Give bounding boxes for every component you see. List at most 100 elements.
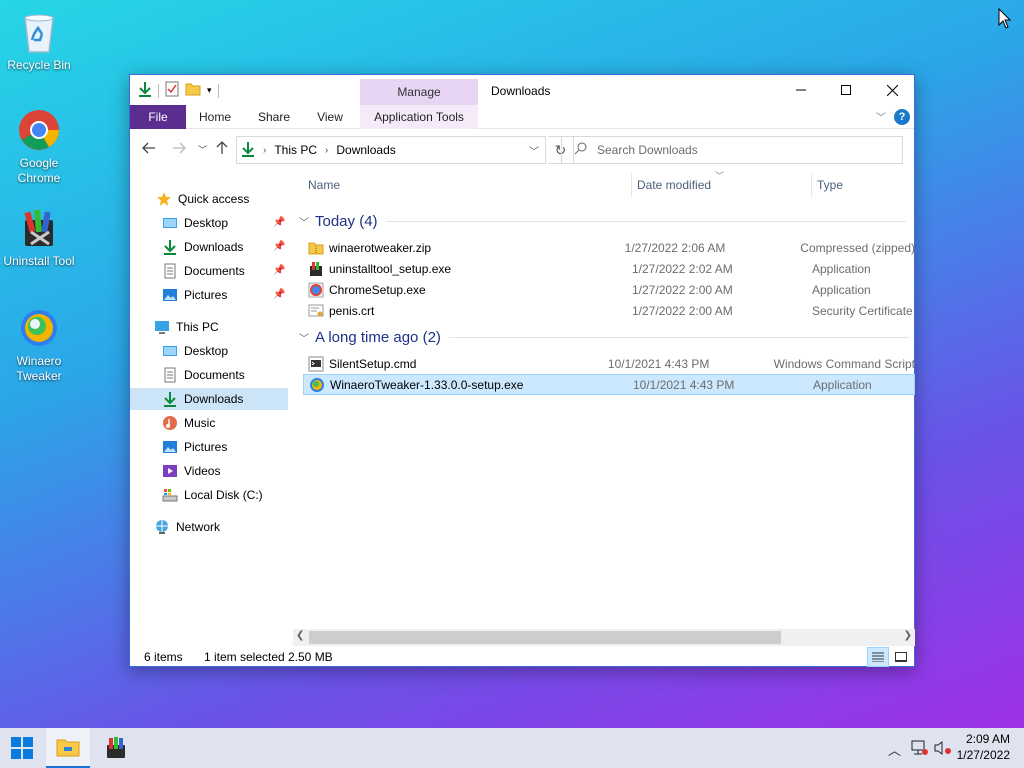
- details-view-button[interactable]: [867, 647, 889, 667]
- collapse-chevron-icon[interactable]: ﹀: [299, 330, 309, 345]
- nav-quick-downloads[interactable]: Downloads 📌: [130, 236, 288, 258]
- file-row[interactable]: uninstalltool_setup.exe 1/27/2022 2:02 A…: [303, 258, 915, 279]
- recent-locations-button[interactable]: ﹀: [198, 143, 207, 156]
- customize-qat-icon[interactable]: ▾: [207, 85, 212, 96]
- nav-pc-music[interactable]: Music: [130, 412, 288, 434]
- navigation-pane: Quick access Desktop 📌 Downloads 📌 Docum…: [130, 179, 288, 639]
- nav-quick-access[interactable]: Quick access: [130, 188, 288, 210]
- nav-item-label: Music: [184, 416, 216, 430]
- window-title: Downloads: [491, 84, 551, 98]
- tab-home[interactable]: Home: [192, 105, 238, 129]
- uninstall-tool-icon: [107, 737, 125, 758]
- search-box[interactable]: Search Downloads: [561, 136, 903, 164]
- column-divider[interactable]: [811, 173, 812, 197]
- pin-icon[interactable]: 📌: [273, 265, 285, 276]
- group-divider: [385, 221, 906, 222]
- download-arrow-icon[interactable]: [138, 81, 152, 100]
- nav-item-label: Pictures: [184, 288, 228, 302]
- desktop-icon-uninstall-tool[interactable]: Uninstall Tool: [0, 206, 78, 269]
- file-list: Name Date modified ﹀ Type ﹀ Today (4) wi…: [293, 169, 915, 629]
- collapse-chevron-icon[interactable]: ﹀: [299, 214, 309, 229]
- taskbar-file-explorer[interactable]: [46, 728, 90, 768]
- network-status-icon[interactable]: [910, 740, 928, 759]
- group-long-time-ago[interactable]: ﹀ A long time ago (2): [299, 329, 909, 346]
- back-button[interactable]: [142, 141, 156, 157]
- nav-quick-documents[interactable]: Documents 📌: [130, 260, 288, 282]
- column-header-type[interactable]: Type: [817, 178, 843, 192]
- column-divider[interactable]: [631, 173, 632, 197]
- show-hidden-icons-button[interactable]: ︿: [888, 740, 901, 759]
- taskbar-uninstall-tool[interactable]: [94, 728, 138, 768]
- pin-icon[interactable]: 📌: [273, 289, 285, 300]
- file-row[interactable]: SilentSetup.cmd 10/1/2021 4:43 PM Window…: [303, 353, 915, 374]
- help-icon[interactable]: ?: [894, 109, 910, 125]
- breadcrumb-chevron-icon[interactable]: ›: [263, 145, 266, 156]
- up-button[interactable]: [216, 141, 228, 158]
- breadcrumb-downloads[interactable]: Downloads: [336, 143, 395, 157]
- cmd-script-icon: [308, 356, 324, 372]
- scrollbar-thumb[interactable]: [309, 631, 781, 644]
- new-folder-icon[interactable]: [185, 82, 201, 99]
- explorer-window[interactable]: ▾ Manage Downloads File Home Share View …: [129, 74, 915, 667]
- file-row[interactable]: penis.crt 1/27/2022 2:00 AM Security Cer…: [303, 300, 915, 321]
- nav-quick-pictures[interactable]: Pictures 📌: [130, 284, 288, 306]
- maximize-button[interactable]: [823, 75, 869, 105]
- up-arrow-icon: [216, 141, 228, 154]
- nav-item-label: Downloads: [184, 240, 244, 254]
- title-bar[interactable]: ▾ Manage Downloads: [130, 75, 915, 106]
- address-bar[interactable]: › This PC › Downloads ﹀: [236, 136, 546, 164]
- desktop-icon-winaero-tweaker[interactable]: Winaero Tweaker: [0, 306, 78, 384]
- system-clock[interactable]: 2:09 AM 1/27/2022: [957, 731, 1010, 763]
- file-row-selected[interactable]: WinaeroTweaker-1.33.0.0-setup.exe 10/1/2…: [303, 374, 915, 395]
- tab-application-tools[interactable]: Application Tools: [360, 105, 478, 129]
- local-disk-icon: [162, 487, 178, 503]
- large-icons-view-button[interactable]: [890, 647, 912, 667]
- breadcrumb-this-pc[interactable]: This PC: [274, 143, 317, 157]
- taskbar: ︿ 2:09 AM 1/27/2022: [0, 728, 1024, 768]
- column-header-name[interactable]: Name: [308, 178, 340, 192]
- desktop-icon-recycle-bin[interactable]: Recycle Bin: [0, 10, 78, 73]
- nav-item-label: Network: [176, 520, 221, 534]
- expand-ribbon-icon[interactable]: ﹀: [876, 109, 886, 124]
- group-today[interactable]: ﹀ Today (4): [299, 213, 906, 230]
- minimize-button[interactable]: [778, 75, 824, 105]
- nav-pc-pictures[interactable]: Pictures: [130, 436, 288, 458]
- tab-share[interactable]: Share: [250, 105, 298, 129]
- nav-network[interactable]: Network: [130, 516, 288, 538]
- tab-view[interactable]: View: [308, 105, 352, 129]
- breadcrumb-chevron-icon[interactable]: ›: [325, 145, 328, 156]
- recycle-bin-icon: [17, 10, 61, 54]
- tab-file[interactable]: File: [130, 105, 186, 129]
- nav-item-label: Desktop: [184, 344, 229, 358]
- pin-icon[interactable]: 📌: [273, 241, 285, 252]
- nav-quick-desktop[interactable]: Desktop 📌: [130, 212, 288, 234]
- file-name: WinaeroTweaker-1.33.0.0-setup.exe: [330, 377, 524, 392]
- nav-pc-local-disk[interactable]: Local Disk (C:): [130, 484, 288, 506]
- nav-pc-desktop[interactable]: Desktop: [130, 340, 288, 362]
- nav-item-label: Documents: [184, 368, 245, 382]
- forward-button[interactable]: [172, 141, 186, 157]
- scroll-right-icon[interactable]: ❯: [904, 630, 912, 641]
- file-type: Windows Command Script: [773, 356, 915, 371]
- file-row[interactable]: winaerotweaker.zip 1/27/2022 2:06 AM Com…: [303, 237, 915, 258]
- nav-item-label: Downloads: [184, 392, 244, 406]
- properties-icon[interactable]: [165, 81, 179, 100]
- nav-this-pc[interactable]: This PC: [130, 316, 288, 338]
- this-pc-icon: [154, 319, 170, 335]
- manage-context-tab[interactable]: Manage: [360, 79, 478, 106]
- volume-muted-icon[interactable]: [934, 740, 952, 759]
- close-button[interactable]: [869, 75, 915, 105]
- nav-pc-downloads[interactable]: Downloads: [130, 388, 288, 410]
- horizontal-scrollbar[interactable]: ❮ ❯: [293, 629, 915, 646]
- start-button[interactable]: [0, 728, 44, 768]
- nav-item-label: Quick access: [178, 192, 250, 206]
- address-dropdown-icon[interactable]: ﹀: [529, 143, 539, 158]
- scroll-left-icon[interactable]: ❮: [296, 630, 304, 641]
- file-explorer-icon: [56, 739, 80, 757]
- column-header-date[interactable]: Date modified: [637, 178, 711, 192]
- nav-pc-documents[interactable]: Documents: [130, 364, 288, 386]
- nav-pc-videos[interactable]: Videos: [130, 460, 288, 482]
- pin-icon[interactable]: 📌: [273, 217, 285, 228]
- file-row[interactable]: ChromeSetup.exe 1/27/2022 2:00 AM Applic…: [303, 279, 915, 300]
- desktop-icon-google-chrome[interactable]: Google Chrome: [0, 108, 78, 186]
